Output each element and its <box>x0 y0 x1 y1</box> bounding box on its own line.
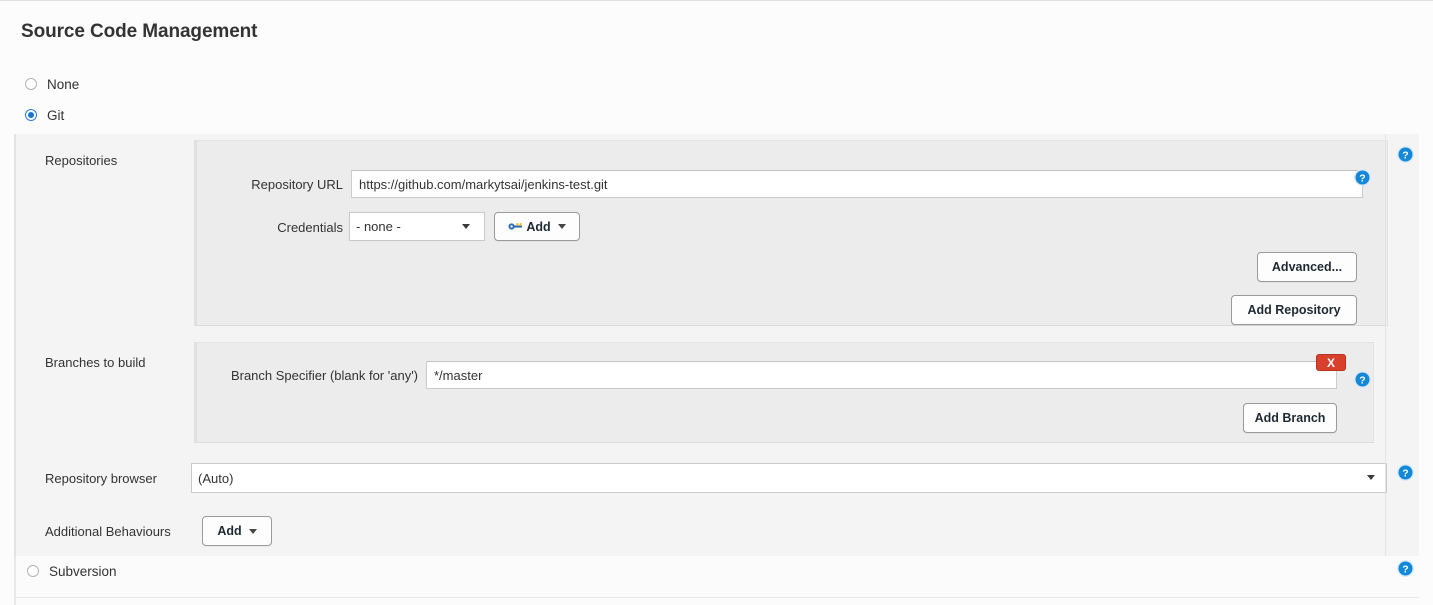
radio-git-label: Git <box>47 107 65 123</box>
advanced-button[interactable]: Advanced... <box>1257 252 1357 282</box>
radio-subversion-indicator[interactable] <box>27 565 39 577</box>
add-credentials-label: Add <box>526 219 551 234</box>
repository-browser-label: Repository browser <box>45 471 157 486</box>
delete-branch-button[interactable]: X <box>1316 354 1346 371</box>
help-icon-repository-url[interactable]: ? <box>1354 169 1371 186</box>
svg-text:?: ? <box>1402 149 1408 161</box>
repository-browser-select[interactable]: (Auto) <box>191 463 1387 493</box>
radio-none-indicator[interactable] <box>25 78 37 90</box>
additional-behaviours-label: Additional Behaviours <box>45 524 171 539</box>
credentials-label: Credentials <box>277 220 343 235</box>
delete-branch-label: X <box>1326 355 1335 370</box>
credentials-select[interactable]: - none - <box>349 212 485 241</box>
chevron-down-icon <box>248 528 257 534</box>
svg-text:?: ? <box>1402 563 1408 575</box>
svg-text:?: ? <box>1359 172 1365 184</box>
right-rail-divider <box>1385 134 1386 556</box>
add-branch-button-label: Add Branch <box>1254 411 1326 425</box>
repository-url-label: Repository URL <box>251 177 343 192</box>
add-repository-button-label: Add Repository <box>1247 303 1341 317</box>
advanced-button-label: Advanced... <box>1271 260 1343 274</box>
radio-none-label: None <box>47 76 80 92</box>
page-title: Source Code Management <box>21 21 258 42</box>
radio-git-indicator[interactable] <box>25 109 37 121</box>
scm-radio-subversion[interactable]: Subversion <box>27 560 117 582</box>
add-credentials-button[interactable]: Add <box>494 212 580 241</box>
scm-config-page: Source Code Management None Git Reposito… <box>0 0 1433 605</box>
key-icon <box>508 223 523 230</box>
repositories-panel: Repository URL Credentials - none - <box>194 140 1388 326</box>
help-icon-subversion[interactable]: ? <box>1397 560 1414 577</box>
branch-specifier-input[interactable] <box>426 361 1337 389</box>
scm-radio-none[interactable]: None <box>25 73 79 95</box>
repositories-label: Repositories <box>45 153 118 168</box>
radio-subversion-label: Subversion <box>49 563 117 579</box>
repository-url-input[interactable] <box>351 170 1363 198</box>
help-icon-repositories[interactable]: ? <box>1397 146 1414 163</box>
help-icon-branch-specifier[interactable]: ? <box>1354 371 1371 388</box>
branches-to-build-label: Branches to build <box>45 355 146 370</box>
add-behaviour-button[interactable]: Add <box>202 516 272 546</box>
add-branch-button[interactable]: Add Branch <box>1243 403 1337 433</box>
branch-specifier-label: Branch Specifier (blank for 'any') <box>230 368 418 383</box>
chevron-down-icon <box>557 224 566 229</box>
add-repository-button[interactable]: Add Repository <box>1231 295 1357 325</box>
bottom-divider <box>14 597 1419 598</box>
scm-radio-git[interactable]: Git <box>25 104 64 126</box>
svg-text:?: ? <box>1359 374 1365 386</box>
git-config-section: Repositories Repository URL Credentials … <box>14 134 1419 556</box>
help-icon-repository-browser[interactable]: ? <box>1397 464 1414 481</box>
branches-panel: Branch Specifier (blank for 'any') Add B… <box>194 342 1374 443</box>
add-behaviour-label: Add <box>217 524 242 538</box>
svg-text:?: ? <box>1402 467 1408 479</box>
